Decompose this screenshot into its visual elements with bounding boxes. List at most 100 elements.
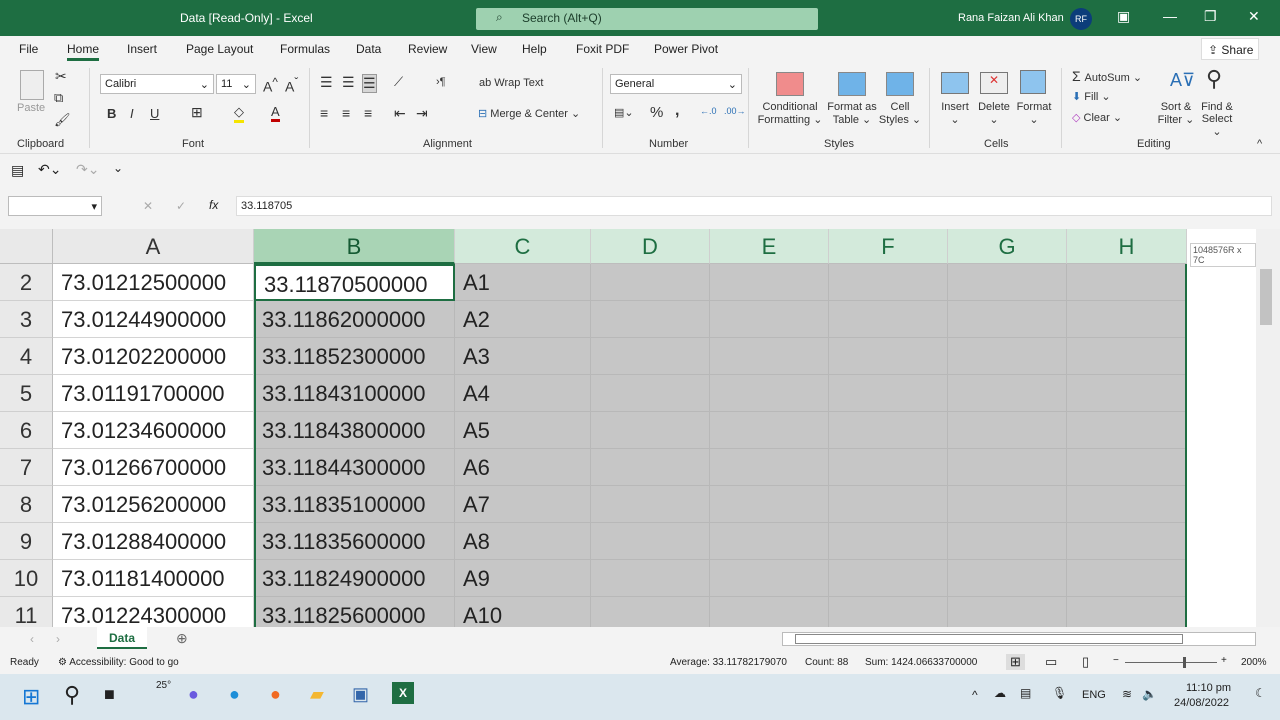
accessibility-status[interactable]: ⚙ Accessibility: Good to go [58, 657, 179, 668]
font-color-icon[interactable]: A [271, 104, 280, 122]
sort-filter-button[interactable]: Sort & Filter ⌄ [1156, 101, 1196, 126]
cell-b4[interactable]: 33.11852300000 [254, 338, 455, 375]
find-select-button[interactable]: Find & Select ⌄ [1196, 101, 1238, 138]
cell-g11[interactable] [948, 597, 1067, 627]
cell-b5[interactable]: 33.11843100000 [254, 375, 455, 412]
language-indicator[interactable]: ENG [1082, 689, 1106, 701]
align-center-icon[interactable]: ≡ [342, 105, 350, 121]
delete-cells-button[interactable]: Delete ⌄ [976, 101, 1012, 126]
cell-b7[interactable]: 33.11844300000 [254, 449, 455, 486]
tab-insert[interactable]: Insert [127, 42, 157, 56]
tab-home[interactable]: Home [67, 42, 100, 61]
cell-f2[interactable] [829, 264, 948, 301]
cell-f5[interactable] [829, 375, 948, 412]
recorder-icon[interactable]: ▣ [352, 684, 369, 705]
cell-b11[interactable]: 33.11825600000 [254, 597, 455, 627]
share-button[interactable]: ⇪ Share [1201, 38, 1259, 60]
paste-button[interactable]: Paste [17, 102, 45, 114]
autosum-button[interactable]: Σ AutoSum ⌄ [1072, 68, 1142, 84]
cell-e7[interactable] [710, 449, 829, 486]
search-box[interactable]: ⌕ Search (Alt+Q) [476, 8, 818, 30]
customize-qat-icon[interactable]: ⌄ [113, 161, 123, 175]
row-header[interactable]: 7 [0, 449, 53, 486]
column-header-g[interactable]: G [948, 229, 1067, 264]
cell-h7[interactable] [1067, 449, 1187, 486]
teams-chat-icon[interactable]: ● [188, 684, 199, 705]
cell-e2[interactable] [710, 264, 829, 301]
cell-c3[interactable]: A2 [455, 301, 591, 338]
align-left-icon[interactable]: ≡ [320, 105, 328, 121]
horizontal-scroll-thumb[interactable] [795, 634, 1183, 644]
cell-f9[interactable] [829, 523, 948, 560]
accounting-icon[interactable]: ▤⌄ [614, 106, 634, 119]
tab-help[interactable]: Help [522, 42, 547, 56]
cell-a7[interactable]: 73.01266700000 [53, 449, 254, 486]
fill-button[interactable]: ⬇ Fill ⌄ [1072, 90, 1111, 103]
cell-a11[interactable]: 73.01224300000 [53, 597, 254, 627]
cell-g5[interactable] [948, 375, 1067, 412]
keyboard-icon[interactable]: ▤ [1020, 686, 1031, 700]
row-header[interactable]: 3 [0, 301, 53, 338]
row-header[interactable]: 5 [0, 375, 53, 412]
row-header[interactable]: 8 [0, 486, 53, 523]
cell-h8[interactable] [1067, 486, 1187, 523]
cell-f11[interactable] [829, 597, 948, 627]
tab-page-layout[interactable]: Page Layout [186, 42, 253, 56]
file-explorer-icon[interactable]: ▰ [310, 684, 324, 705]
decrease-indent-icon[interactable]: ⇤ [394, 105, 406, 122]
cell-f3[interactable] [829, 301, 948, 338]
cell-e5[interactable] [710, 375, 829, 412]
zoom-level[interactable]: 200% [1241, 657, 1267, 668]
cell-d6[interactable] [591, 412, 710, 449]
format-painter-icon[interactable]: 🖌 [54, 112, 71, 128]
task-view-icon[interactable]: ■ [104, 684, 115, 705]
cell-a3[interactable]: 73.01244900000 [53, 301, 254, 338]
page-layout-view-icon[interactable]: ▭ [1045, 654, 1057, 670]
select-all-button[interactable] [0, 229, 53, 264]
zoom-in-icon[interactable]: + [1221, 655, 1227, 666]
cell-h11[interactable] [1067, 597, 1187, 627]
cell-e6[interactable] [710, 412, 829, 449]
vertical-scroll-thumb[interactable] [1260, 269, 1272, 325]
cell-b2[interactable]: 33.11870500000 [254, 264, 455, 301]
clock-date[interactable]: 24/08/2022 [1174, 697, 1229, 709]
cell-d9[interactable] [591, 523, 710, 560]
cell-b10[interactable]: 33.11824900000 [254, 560, 455, 597]
tab-power-pivot[interactable]: Power Pivot [654, 42, 718, 56]
cell-d11[interactable] [591, 597, 710, 627]
merge-center-button[interactable]: ⊟ Merge & Center ⌄ [478, 107, 580, 120]
cell-d8[interactable] [591, 486, 710, 523]
wrap-text-button[interactable]: ab Wrap Text [479, 77, 543, 89]
cell-e8[interactable] [710, 486, 829, 523]
increase-indent-icon[interactable]: ⇥ [416, 105, 428, 122]
cell-b9[interactable]: 33.11835600000 [254, 523, 455, 560]
align-top-icon[interactable]: ☰ [320, 74, 333, 91]
cell-b6[interactable]: 33.11843800000 [254, 412, 455, 449]
cell-f6[interactable] [829, 412, 948, 449]
orientation-icon[interactable]: ⟋ [394, 74, 403, 90]
tab-data[interactable]: Data [356, 42, 381, 56]
cell-d10[interactable] [591, 560, 710, 597]
number-format-select[interactable]: General ⌄ [610, 74, 742, 94]
cell-c10[interactable]: A9 [455, 560, 591, 597]
column-header-f[interactable]: F [829, 229, 948, 264]
row-header[interactable]: 2 [0, 264, 53, 301]
conditional-formatting-button[interactable]: Conditional Formatting ⌄ [756, 101, 824, 126]
cell-b8[interactable]: 33.11835100000 [254, 486, 455, 523]
cell-g2[interactable] [948, 264, 1067, 301]
column-header-d[interactable]: D [591, 229, 710, 264]
cell-e11[interactable] [710, 597, 829, 627]
cell-b3[interactable]: 33.11862000000 [254, 301, 455, 338]
cell-g10[interactable] [948, 560, 1067, 597]
cell-a6[interactable]: 73.01234600000 [53, 412, 254, 449]
cell-c5[interactable]: A4 [455, 375, 591, 412]
cell-h10[interactable] [1067, 560, 1187, 597]
insert-cells-button[interactable]: Insert ⌄ [938, 101, 972, 126]
cell-c11[interactable]: A10 [455, 597, 591, 627]
sheet-tab-data[interactable]: Data [97, 627, 147, 649]
show-hidden-icons[interactable]: ^ [972, 688, 978, 702]
column-header-e[interactable]: E [710, 229, 829, 264]
cell-e4[interactable] [710, 338, 829, 375]
cell-d3[interactable] [591, 301, 710, 338]
zoom-out-icon[interactable]: − [1113, 655, 1119, 666]
